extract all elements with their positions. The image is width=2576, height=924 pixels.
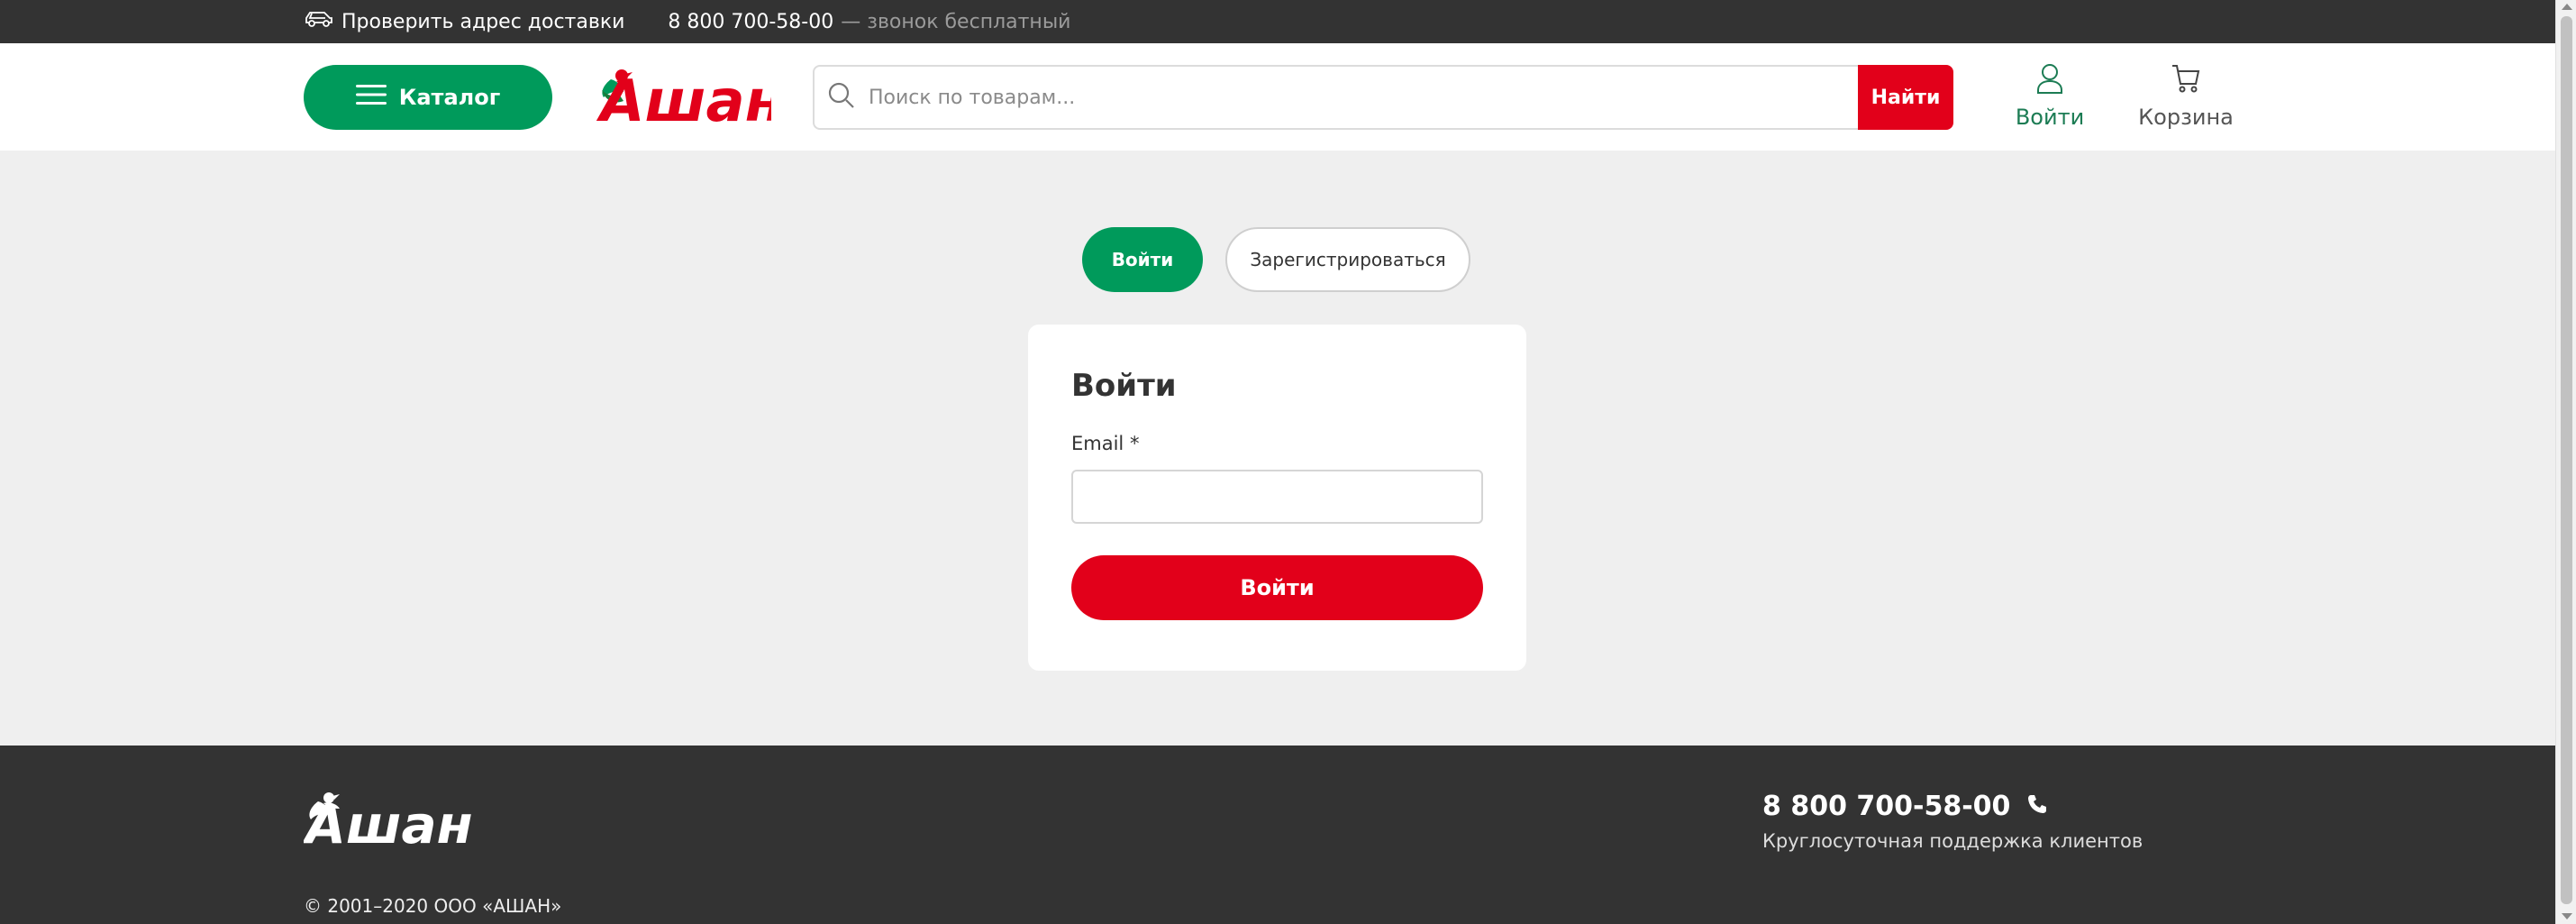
menu-icon (355, 84, 399, 111)
scroll-up-arrow[interactable] (2562, 4, 2572, 10)
login-title: Войти (1071, 368, 1177, 404)
search-input[interactable] (869, 86, 1858, 109)
email-field[interactable] (1071, 470, 1483, 524)
login-card: Войти Email * Войти (1028, 325, 1526, 671)
topbar-phone[interactable]: 8 800 700-58-00 (668, 11, 833, 33)
tab-register[interactable]: Зарегистрироваться (1225, 227, 1470, 292)
main-content: Войти Зарегистрироваться Войти Email * В… (0, 151, 2555, 746)
search-icon (815, 81, 869, 114)
topbar-phone-note: — звонок бесплатный (841, 10, 1071, 33)
footer: Ашан 8 800 700-58-00 Круглосуточная подд… (0, 746, 2555, 924)
cart-label: Корзина (2138, 105, 2234, 130)
auth-tabs: Войти Зарегистрироваться (1082, 227, 1470, 292)
email-label: Email * (1071, 433, 1140, 454)
vertical-scrollbar[interactable] (2555, 0, 2576, 924)
search-box (813, 65, 1858, 130)
svg-text:Ашан: Ашан (304, 794, 473, 846)
footer-phone-number: 8 800 700-58-00 (1762, 791, 2011, 822)
support-text: Круглосуточная поддержка клиентов (1762, 830, 2144, 852)
login-header-label: Войти (2015, 105, 2085, 130)
catalog-button[interactable]: Каталог (304, 65, 552, 130)
catalog-label: Каталог (398, 85, 501, 110)
footer-logo[interactable]: Ашан (302, 789, 484, 855)
auchan-logo[interactable]: Ашан (595, 65, 785, 135)
top-bar: Проверить адрес доставки 8 800 700-58-00… (0, 0, 2555, 43)
scrollbar-thumb[interactable] (2561, 16, 2572, 904)
check-delivery-label: Проверить адрес доставки (341, 10, 625, 33)
search-button[interactable]: Найти (1858, 65, 1953, 130)
phone-icon (2010, 791, 2048, 822)
login-submit-button[interactable]: Войти (1071, 555, 1483, 620)
car-icon (304, 9, 341, 34)
scroll-down-arrow[interactable] (2562, 913, 2572, 919)
tab-login[interactable]: Войти (1082, 227, 1203, 292)
svg-text:Ашан: Ашан (596, 69, 771, 126)
cart-button[interactable]: Корзина (2138, 63, 2234, 130)
footer-phone[interactable]: 8 800 700-58-00 (1762, 791, 2048, 822)
check-delivery-link[interactable]: Проверить адрес доставки (304, 9, 624, 34)
user-icon (2036, 63, 2063, 99)
login-header-button[interactable]: Войти (2015, 63, 2085, 130)
header: Каталог Ашан Найти Войти Корзин (0, 43, 2555, 151)
copyright: © 2001–2020 ООО «АШАН» (304, 895, 562, 917)
cart-icon (2171, 63, 2201, 99)
